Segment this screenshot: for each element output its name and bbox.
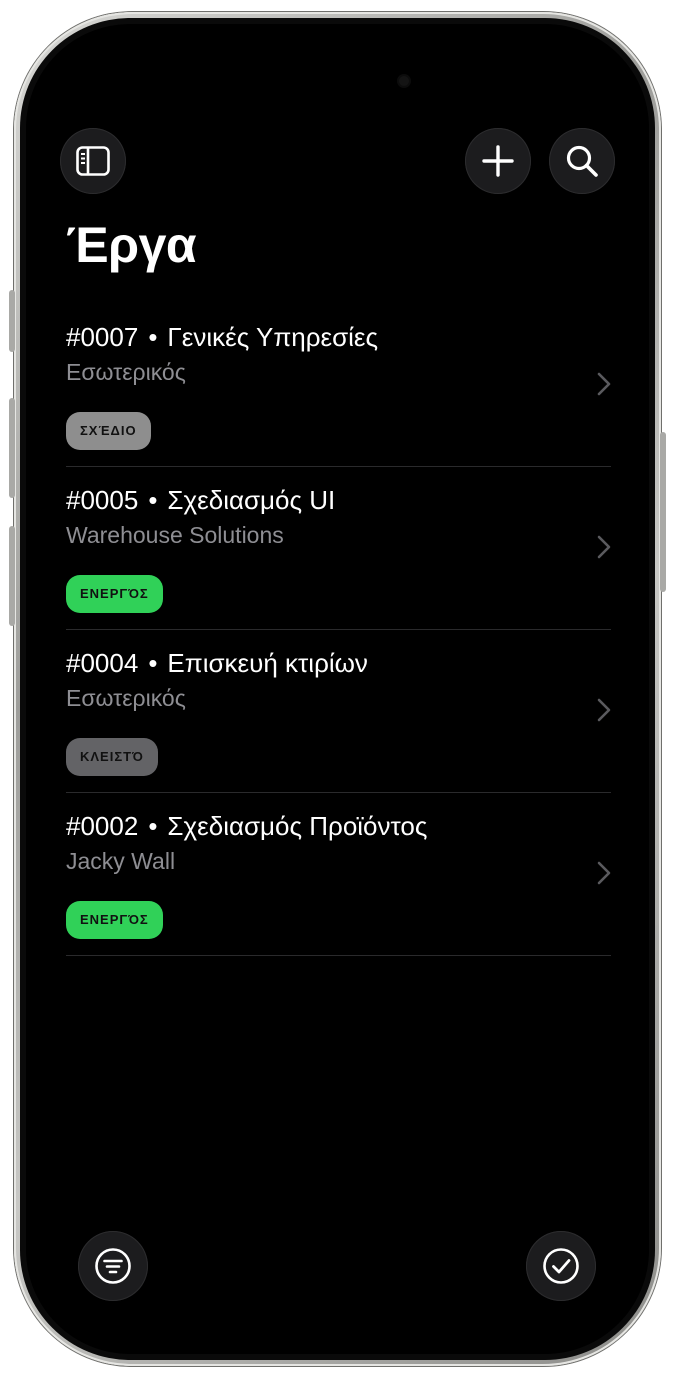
title-separator: • (148, 322, 158, 352)
project-row[interactable]: #0007 • Γενικές Υπηρεσίες Εσωτερικός ΣΧΈΔΙ… (66, 304, 611, 467)
search-icon (565, 144, 599, 178)
project-name: Επισκευή κτιρίων (167, 648, 368, 678)
project-row[interactable]: #0005 • Σχεδιασμός UI Warehouse Solutions … (66, 467, 611, 630)
title-separator: • (148, 648, 158, 678)
volume-up-button (9, 398, 15, 498)
project-title: #0007 • Γενικές Υπηρεσίες (66, 322, 378, 353)
status-badge: ΚΛΕΙΣΤΌ (66, 738, 158, 776)
chevron-right-icon (597, 861, 611, 885)
action-button (9, 290, 15, 352)
filter-icon (94, 1247, 132, 1285)
sidebar-button[interactable] (60, 128, 126, 194)
project-title: #0004 • Επισκευή κτιρίων (66, 648, 368, 679)
title-separator: • (148, 811, 158, 841)
page-title: Έργα (66, 217, 197, 273)
project-list: #0007 • Γενικές Υπηρεσίες Εσωτερικός ΣΧΈΔΙ… (66, 304, 611, 956)
plus-icon (482, 145, 514, 177)
project-number: #0002 (66, 811, 139, 841)
project-number: #0007 (66, 322, 139, 352)
project-name: Γενικές Υπηρεσίες (167, 322, 379, 352)
chevron-right-icon (597, 698, 611, 722)
project-number: #0004 (66, 648, 139, 678)
project-client: Εσωτερικός (66, 359, 186, 385)
done-button[interactable] (526, 1231, 596, 1301)
project-client: Εσωτερικός (66, 685, 186, 711)
project-client: Jacky Wall (66, 848, 176, 874)
status-badge: ΕΝΕΡΓΌΣ (66, 575, 163, 613)
title-separator: • (148, 485, 158, 515)
status-badge: ΕΝΕΡΓΌΣ (66, 901, 163, 939)
project-row[interactable]: #0002 • Σχεδιασμός Προϊόντος Jacky Wall ΕΝ… (66, 793, 611, 956)
project-client: Warehouse Solutions (66, 522, 284, 548)
power-button (660, 432, 666, 592)
project-title: #0002 • Σχεδιασμός Προϊόντος (66, 811, 427, 842)
app-screen: Έργα #0007 • Γενικές Υπηρεσίες Εσωτερικός … (26, 24, 649, 1354)
project-name: Σχεδιασμός UI (167, 485, 336, 515)
checkmark-circle-icon (542, 1247, 580, 1285)
project-number: #0005 (66, 485, 139, 515)
chevron-right-icon (597, 372, 611, 396)
project-title: #0005 • Σχεδιασμός UI (66, 485, 335, 516)
front-camera (399, 76, 409, 86)
sidebar-icon (76, 146, 110, 176)
search-button[interactable] (549, 128, 615, 194)
volume-down-button (9, 526, 15, 626)
add-project-button[interactable] (465, 128, 531, 194)
project-name: Σχεδιασμός Προϊόντος (167, 811, 428, 841)
filter-button[interactable] (78, 1231, 148, 1301)
status-badge: ΣΧΈΔΙΟ (66, 412, 151, 450)
chevron-right-icon (597, 535, 611, 559)
project-row[interactable]: #0004 • Επισκευή κτιρίων Εσωτερικός ΚΛΕΙΣΤ… (66, 630, 611, 793)
